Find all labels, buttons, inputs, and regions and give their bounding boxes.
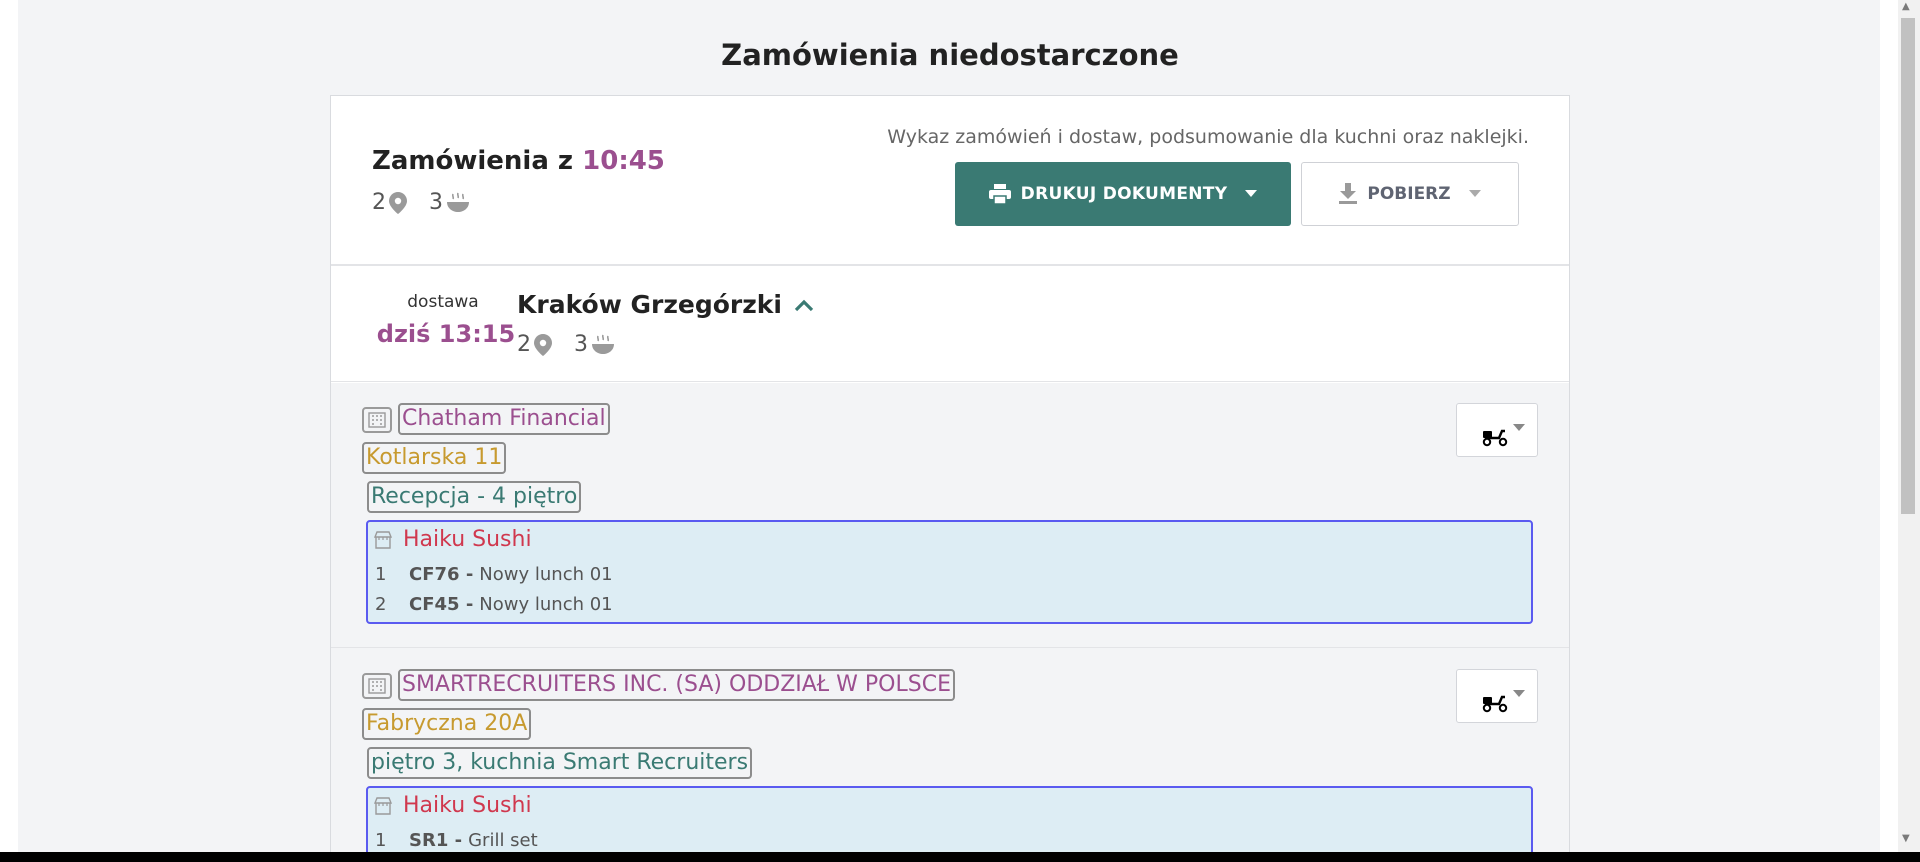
item-code: CF76 -: [409, 564, 474, 585]
food-bowl-icon: [591, 334, 615, 356]
delivery-place-name: Kraków Grzegórzki: [517, 290, 783, 319]
assign-courier-button[interactable]: [1456, 669, 1538, 723]
map-pin-icon: [534, 333, 552, 356]
order-item: 2 CF45 - Nowy lunch 01: [375, 594, 613, 615]
bottom-edge-bar: [0, 852, 1920, 862]
scooter-icon: [1481, 427, 1509, 451]
restaurant-name: Haiku Sushi: [403, 527, 532, 552]
assign-courier-button[interactable]: [1456, 403, 1538, 457]
restaurant-header: Haiku Sushi: [374, 527, 532, 552]
batch-time: 10:45: [582, 146, 665, 176]
item-name: Nowy lunch 01: [479, 564, 613, 585]
caret-down-icon: [1513, 424, 1525, 431]
delivery-time: dziś 13:15: [376, 320, 516, 348]
print-documents-button[interactable]: DRUKUJ DOKUMENTY: [955, 162, 1291, 226]
batch-title: Zamówienia z 10:45: [372, 146, 665, 176]
order-item: 1 CF76 - Nowy lunch 01: [375, 564, 613, 585]
vertical-scrollbar[interactable]: ▲ ▼: [1898, 0, 1920, 852]
order-batch-header: Zamówienia z 10:45 2 3 Wykaz zamówień i …: [331, 96, 1569, 266]
scrollbar-thumb[interactable]: [1901, 18, 1915, 514]
download-icon: [1339, 183, 1358, 205]
caret-down-icon: [1513, 690, 1525, 697]
order-item: 1 SR1 - Grill set: [375, 830, 538, 851]
chevron-up-icon[interactable]: [794, 298, 814, 312]
caret-down-icon: [1468, 190, 1481, 198]
restaurant-name: Haiku Sushi: [403, 793, 532, 818]
customer-company: SMARTRECRUITERS INC. (SA) ODDZIAŁ W POLS…: [398, 669, 955, 701]
printer-icon: [988, 184, 1011, 204]
scroll-down-arrow-icon[interactable]: ▼: [1902, 834, 1910, 844]
download-label: POBIERZ: [1367, 184, 1451, 204]
locations-count: 2: [372, 190, 386, 215]
customer-street: Kotlarska 11: [362, 442, 507, 474]
print-documents-label: DRUKUJ DOKUMENTY: [1020, 184, 1228, 204]
batch-counts: 2 3: [372, 190, 470, 215]
page-title: Zamówienia niedostarczone: [721, 38, 1179, 72]
scroll-up-arrow-icon[interactable]: ▲: [1902, 2, 1910, 12]
item-code: CF45 -: [409, 594, 474, 615]
delivery-counts: 2 3: [517, 332, 615, 357]
map-pin-icon: [389, 191, 407, 214]
restaurant-header: Haiku Sushi: [374, 793, 532, 818]
download-button[interactable]: POBIERZ: [1301, 162, 1519, 226]
batch-title-prefix: Zamówienia z: [372, 146, 574, 176]
food-bowl-icon: [446, 192, 470, 214]
meals-count: 3: [574, 332, 588, 357]
item-name: Grill set: [468, 830, 538, 851]
customer-location: Recepcja - 4 piętro: [367, 481, 582, 513]
building-icon: [362, 673, 392, 699]
customer-entry: Chatham Financial Kotlarska 11 Recepcja …: [331, 383, 1569, 648]
customer-street: Fabryczna 20A: [362, 708, 532, 740]
delivery-section: dostawa dziś 13:15 Kraków Grzegórzki 2 3: [331, 268, 1569, 382]
item-name: Nowy lunch 01: [479, 594, 613, 615]
orders-card: Zamówienia z 10:45 2 3 Wykaz zamówień i …: [330, 95, 1570, 855]
meals-count: 3: [429, 190, 443, 215]
scooter-icon: [1481, 693, 1509, 717]
customers-list: Chatham Financial Kotlarska 11 Recepcja …: [331, 383, 1569, 855]
item-qty: 1: [375, 830, 387, 851]
caret-down-icon: [1245, 190, 1258, 198]
delivery-place-toggle[interactable]: Kraków Grzegórzki: [517, 290, 814, 319]
customer-company: Chatham Financial: [398, 403, 610, 435]
store-icon: [374, 530, 392, 549]
delivery-kind: dostawa: [407, 292, 479, 312]
customer-location: piętro 3, kuchnia Smart Recruiters: [367, 747, 753, 779]
item-qty: 2: [375, 594, 387, 615]
building-icon: [362, 407, 392, 433]
item-code: SR1 -: [409, 830, 463, 851]
restaurant-order-box: Haiku Sushi 1 CF76 - Nowy lunch 01 2 CF4…: [366, 520, 1533, 624]
store-icon: [374, 796, 392, 815]
restaurant-order-box: Haiku Sushi 1 SR1 - Grill set: [366, 786, 1533, 855]
item-qty: 1: [375, 564, 387, 585]
locations-count: 2: [517, 332, 531, 357]
summary-text: Wykaz zamówień i dostaw, podsumowanie dl…: [887, 126, 1529, 148]
customer-entry: SMARTRECRUITERS INC. (SA) ODDZIAŁ W POLS…: [331, 649, 1569, 855]
